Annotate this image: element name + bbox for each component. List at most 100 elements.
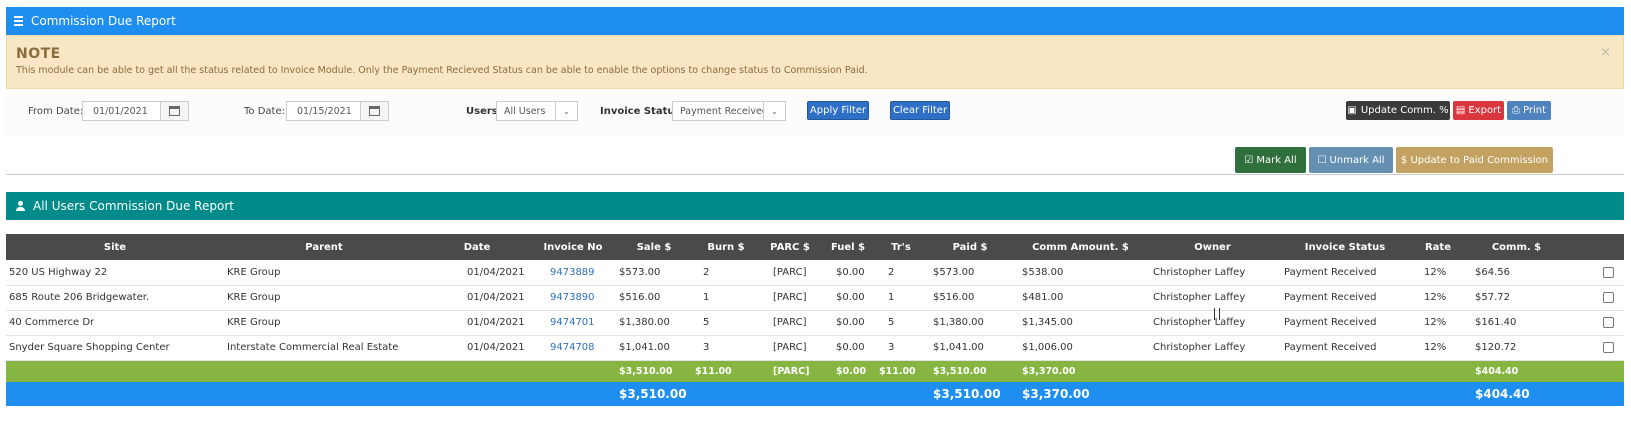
cell-status: Payment Received — [1284, 266, 1377, 278]
subtotal-sale: $3,510.00 — [619, 365, 673, 377]
menu-icon — [14, 16, 23, 26]
col-comm[interactable]: Comm. $ — [1464, 234, 1569, 260]
print-label: Print — [1523, 105, 1547, 116]
users-label: Users — [466, 106, 498, 117]
calendar-icon[interactable] — [360, 102, 388, 120]
subtotal-comm: $404.40 — [1475, 365, 1519, 377]
export-button[interactable]: ▤ Export — [1453, 101, 1504, 120]
note-text: This module can be able to get all the s… — [16, 65, 868, 76]
subtotal-parc: [PARC] — [773, 365, 810, 377]
cell-comm-amount: $481.00 — [1022, 292, 1064, 303]
col-parc[interactable]: PARC $ — [760, 234, 820, 260]
square-icon: ☐ — [1317, 154, 1327, 166]
total-paid: $3,510.00 — [933, 387, 1001, 401]
cell-parent: KRE Group — [227, 292, 281, 303]
chevron-down-icon: ⌄ — [763, 102, 785, 120]
update-comm-label: Update Comm. % — [1360, 105, 1449, 116]
col-rate[interactable]: Rate — [1412, 234, 1464, 260]
print-button[interactable]: ⎙ Print — [1507, 101, 1551, 120]
cell-paid: $1,041.00 — [933, 342, 984, 353]
invoice-status-value: Payment Received — [680, 105, 763, 117]
cell-sale: $516.00 — [619, 292, 661, 303]
users-select-value: All Users — [504, 105, 546, 117]
file-icon: ▤ — [1455, 105, 1466, 116]
cell-status: Payment Received — [1284, 317, 1377, 328]
col-date[interactable]: Date — [424, 234, 530, 260]
to-date-value: 01/15/2021 — [297, 105, 352, 117]
col-owner[interactable]: Owner — [1147, 234, 1278, 260]
subtotal-comm-amount: $3,370.00 — [1022, 365, 1076, 377]
cell-comm: $161.40 — [1475, 317, 1517, 328]
cell-paid: $1,380.00 — [933, 317, 984, 328]
invoice-status-select[interactable]: Payment Received ⌄ — [672, 101, 786, 121]
col-sale[interactable]: Sale $ — [616, 234, 692, 260]
col-fuel[interactable]: Fuel $ — [820, 234, 876, 260]
total-sale: $3,510.00 — [619, 387, 687, 401]
col-parent[interactable]: Parent — [224, 234, 424, 260]
cell-status: Payment Received — [1284, 342, 1377, 353]
invoice-link[interactable]: 9474701 — [530, 310, 616, 335]
mark-all-label: Mark All — [1256, 154, 1297, 166]
cell-fuel: $0.00 — [836, 342, 865, 353]
cell-owner: Christopher Laffey — [1153, 266, 1246, 278]
section-title: All Users Commission Due Report — [33, 199, 234, 213]
col-site[interactable]: Site — [6, 234, 224, 260]
from-date-label: From Date: — [28, 106, 84, 117]
col-comm-amount[interactable]: Comm Amount. $ — [1014, 234, 1147, 260]
subtotal-burn: $11.00 — [695, 365, 732, 377]
camera-icon: ▣ — [1347, 105, 1357, 116]
table-row: Snyder Square Shopping Center Interstate… — [6, 335, 1624, 360]
apply-filter-button[interactable]: Apply Filter — [807, 101, 869, 120]
col-burn[interactable]: Burn $ — [692, 234, 760, 260]
text-cursor-icon — [1214, 308, 1220, 320]
cell-burn: 2 — [703, 266, 710, 278]
col-trs[interactable]: Tr's — [876, 234, 926, 260]
report-title: Commission Due Report — [31, 14, 176, 28]
invoice-link[interactable]: 9473890 — [530, 285, 616, 310]
cell-fuel: $0.00 — [836, 266, 865, 278]
unmark-all-button[interactable]: ☐ Unmark All — [1309, 147, 1393, 173]
row-checkbox[interactable] — [1603, 316, 1614, 328]
cell-parc: [PARC] — [773, 342, 807, 353]
invoice-link[interactable]: 9474708 — [530, 335, 616, 360]
row-checkbox[interactable] — [1603, 291, 1614, 303]
cell-burn: 5 — [703, 317, 710, 328]
cell-comm: $57.72 — [1475, 292, 1510, 303]
cell-burn: 1 — [703, 292, 710, 303]
cell-rate: 12% — [1424, 266, 1447, 278]
col-invoice-no[interactable]: Invoice No — [530, 234, 616, 260]
close-icon[interactable]: × — [1600, 45, 1611, 60]
note-title: NOTE — [16, 46, 61, 62]
user-icon — [16, 201, 25, 211]
col-paid[interactable]: Paid $ — [926, 234, 1014, 260]
col-invoice-status[interactable]: Invoice Status — [1278, 234, 1412, 260]
cell-parent: Interstate Commercial Real Estate — [227, 342, 399, 353]
from-date-value: 01/01/2021 — [93, 105, 148, 117]
clear-filter-button[interactable]: Clear Filter — [890, 101, 950, 120]
commission-table: Site Parent Date Invoice No Sale $ Burn … — [6, 234, 1624, 406]
update-paid-commission-button[interactable]: $ Update to Paid Commission — [1396, 147, 1553, 173]
table-row: 520 US Highway 22 KRE Group 01/04/2021 9… — [6, 260, 1624, 285]
to-date-field[interactable]: 01/15/2021 — [286, 101, 389, 121]
subtotal-trs: $11.00 — [879, 365, 916, 377]
cell-owner: Christopher Laffey — [1153, 342, 1246, 353]
row-checkbox[interactable] — [1603, 341, 1614, 353]
from-date-field[interactable]: 01/01/2021 — [82, 101, 189, 121]
calendar-icon[interactable] — [160, 102, 188, 120]
mark-all-button[interactable]: ☑ Mark All — [1235, 147, 1306, 173]
table-header-row: Site Parent Date Invoice No Sale $ Burn … — [6, 234, 1624, 260]
row-checkbox[interactable] — [1603, 266, 1614, 278]
table-row: 40 Commerce Dr KRE Group 01/04/2021 9474… — [6, 310, 1624, 335]
cell-trs: 3 — [888, 342, 895, 353]
update-comm-button[interactable]: ▣ Update Comm. % — [1346, 101, 1450, 120]
invoice-link[interactable]: 9473889 — [530, 260, 616, 285]
note-alert: NOTE This module can be able to get all … — [6, 35, 1624, 89]
cell-status: Payment Received — [1284, 292, 1377, 303]
bulk-action-bar: ☑ Mark All ☐ Unmark All $ Update to Paid… — [6, 143, 1624, 175]
cell-comm-amount: $1,006.00 — [1022, 342, 1073, 353]
cell-rate: 12% — [1424, 317, 1447, 328]
users-select[interactable]: All Users ⌄ — [496, 101, 578, 121]
cell-date: 01/04/2021 — [467, 317, 525, 328]
filter-bar: From Date: 01/01/2021 To Date: 01/15/202… — [6, 96, 1624, 136]
cell-sale: $1,380.00 — [619, 317, 670, 328]
